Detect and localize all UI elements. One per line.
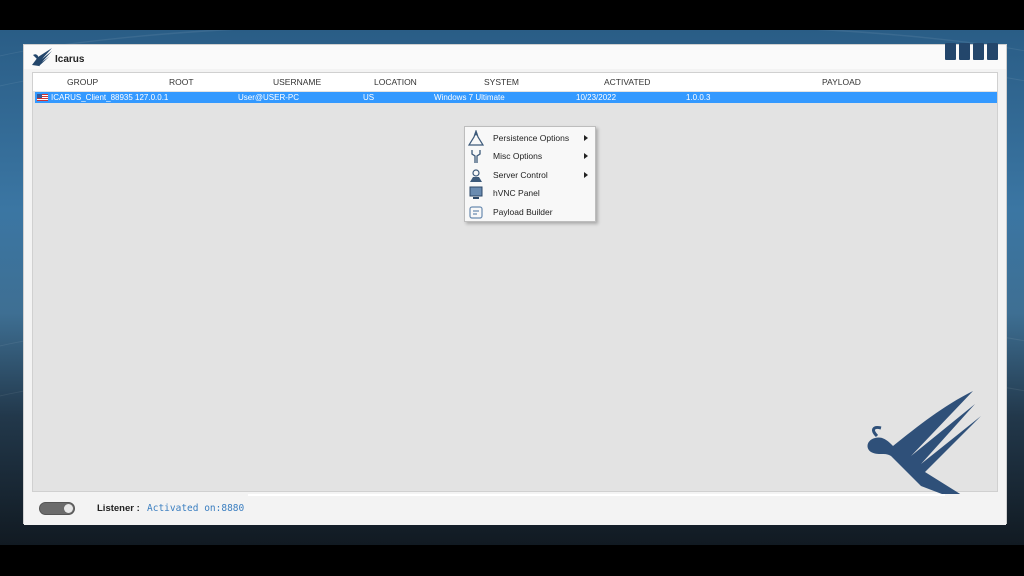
listener-status: Activated on:8880 bbox=[147, 503, 245, 514]
column-header-activated[interactable]: ACTIVATED bbox=[604, 77, 650, 87]
column-header-group[interactable]: GROUP bbox=[67, 77, 98, 87]
app-window: Icarus GROUP ROOT USERNAME LOCATION SYST… bbox=[23, 43, 1007, 525]
cell-payload: 1.0.0.3 bbox=[686, 93, 711, 102]
title-bar[interactable]: Icarus bbox=[24, 43, 1006, 69]
status-divider bbox=[248, 494, 945, 496]
cell-root: 127.0.0.1 bbox=[135, 93, 169, 102]
menu-item-server-control[interactable]: Server Control bbox=[465, 166, 595, 184]
column-header-location[interactable]: LOCATION bbox=[374, 77, 417, 87]
menu-item-misc-options[interactable]: Misc Options bbox=[465, 147, 595, 165]
status-bar: Listener : Activated on:8880 bbox=[24, 494, 1006, 525]
persistence-icon bbox=[468, 130, 484, 146]
context-menu: Persistence Options Misc Options Server … bbox=[464, 126, 596, 222]
cell-location: US bbox=[363, 93, 375, 102]
menu-item-hvnc-panel[interactable]: hVNC Panel bbox=[465, 184, 595, 202]
column-header-username[interactable]: USERNAME bbox=[273, 77, 321, 87]
column-header-root[interactable]: ROOT bbox=[169, 77, 194, 87]
tools-icon bbox=[471, 150, 481, 163]
cell-system: Windows 7 Ultimate bbox=[434, 93, 505, 102]
clients-table[interactable]: GROUP ROOT USERNAME LOCATION SYSTEM ACTI… bbox=[32, 72, 998, 512]
menu-item-label: Persistence Options bbox=[493, 133, 570, 143]
table-row[interactable]: ICARUS_Client_88935 127.0.0.1 User@USER-… bbox=[35, 92, 997, 103]
submenu-arrow-icon bbox=[584, 172, 588, 178]
builder-icon bbox=[469, 206, 483, 219]
listener-toggle[interactable] bbox=[39, 502, 75, 515]
window-controls bbox=[945, 43, 998, 60]
app-title: Icarus bbox=[55, 54, 85, 65]
column-header-payload[interactable]: PAYLOAD bbox=[822, 77, 861, 87]
submenu-arrow-icon bbox=[584, 135, 588, 141]
us-flag-icon bbox=[37, 94, 48, 101]
window-button[interactable] bbox=[987, 43, 998, 60]
cell-username: User@USER-PC bbox=[238, 93, 300, 102]
column-header-system[interactable]: SYSTEM bbox=[484, 77, 519, 87]
menu-item-payload-builder[interactable]: Payload Builder bbox=[465, 203, 595, 221]
server-control-icon bbox=[470, 169, 482, 182]
icarus-logo-icon bbox=[32, 48, 52, 67]
monitor-icon bbox=[469, 186, 483, 199]
window-button[interactable] bbox=[959, 43, 970, 60]
submenu-arrow-icon bbox=[584, 153, 588, 159]
menu-item-label: hVNC Panel bbox=[493, 188, 540, 198]
window-button[interactable] bbox=[945, 43, 956, 60]
cell-group: ICARUS_Client_88935 bbox=[51, 93, 133, 102]
cell-activated: 10/23/2022 bbox=[576, 93, 617, 102]
table-header: GROUP ROOT USERNAME LOCATION SYSTEM ACTI… bbox=[33, 73, 997, 91]
menu-item-label: Server Control bbox=[493, 170, 548, 180]
menu-item-label: Payload Builder bbox=[493, 207, 553, 217]
menu-item-label: Misc Options bbox=[493, 151, 543, 161]
listener-label: Listener : bbox=[97, 503, 140, 514]
menu-item-persistence-options[interactable]: Persistence Options bbox=[465, 129, 595, 147]
window-button[interactable] bbox=[973, 43, 984, 60]
